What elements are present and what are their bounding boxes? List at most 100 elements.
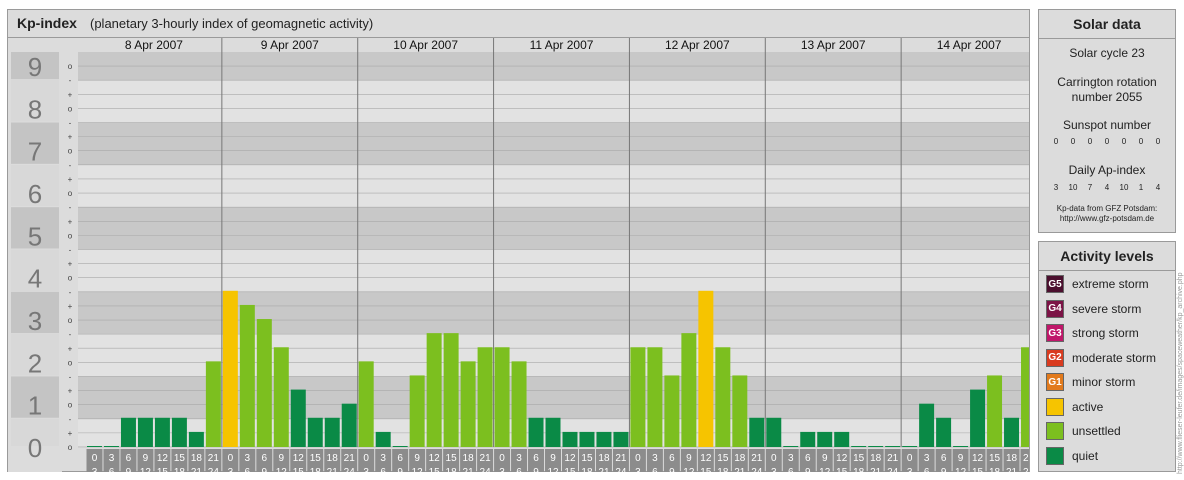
ap-value: 4: [1155, 183, 1161, 192]
time-end-label: 3: [499, 467, 505, 472]
time-end-label: 21: [870, 467, 882, 472]
ap-value: 4: [1104, 183, 1110, 192]
time-end-label: 12: [276, 467, 288, 472]
kp-bar: [324, 417, 340, 447]
minor-mark: -: [69, 203, 72, 212]
time-start-label: 9: [686, 453, 692, 464]
kp-bar: [579, 431, 595, 447]
time-start-label: 6: [397, 453, 403, 464]
time-end-label: 3: [635, 467, 641, 472]
time-start-label: 15: [717, 453, 729, 464]
kp-bar: [460, 361, 476, 447]
kp-bar: [630, 347, 646, 447]
time-end-label: 15: [157, 467, 169, 472]
time-end-label: 15: [564, 467, 576, 472]
time-start-label: 18: [598, 453, 610, 464]
chart-header: Kp-index (planetary 3-hourly index of ge…: [8, 10, 1029, 38]
time-start-label: 15: [581, 453, 593, 464]
kp-bar: [205, 361, 221, 447]
grid-band: [78, 164, 1029, 208]
minor-mark: o: [68, 401, 73, 410]
time-start-label: 3: [516, 453, 522, 464]
minor-mark: o: [68, 443, 73, 452]
y-tick-label: 4: [28, 264, 42, 294]
time-end-label: 21: [1006, 467, 1018, 472]
time-end-label: 21: [598, 467, 610, 472]
time-end-label: 6: [652, 467, 658, 472]
kp-bar: [239, 304, 255, 447]
time-start-label: 9: [143, 453, 149, 464]
sunspot-value: 0: [1070, 137, 1076, 146]
time-end-label: 9: [805, 467, 811, 472]
level-swatch: G5: [1046, 275, 1064, 293]
ap-values: 3 10 7 4 10 1 4: [1039, 183, 1175, 192]
kp-chart-panel: Kp-index (planetary 3-hourly index of ge…: [7, 9, 1030, 472]
time-end-label: 15: [700, 467, 712, 472]
day-label: 13 Apr 2007: [801, 38, 866, 52]
minor-mark: o: [68, 62, 73, 71]
activity-level-active: active: [1046, 397, 1103, 417]
day-label: 9 Apr 2007: [261, 38, 319, 52]
time-end-label: 12: [819, 467, 831, 472]
time-end-label: 15: [429, 467, 441, 472]
day-label: 11 Apr 2007: [530, 38, 594, 52]
time-end-label: 24: [751, 467, 763, 472]
kp-bar: [851, 446, 867, 447]
level-swatch: G4: [1046, 299, 1064, 318]
time-end-label: 3: [907, 467, 913, 472]
time-end-label: 18: [174, 467, 186, 472]
kp-bar: [936, 417, 952, 447]
solar-title: Solar data: [1073, 16, 1141, 32]
level-swatch: G3: [1046, 324, 1064, 342]
time-end-label: 9: [262, 467, 268, 472]
minor-mark: +: [68, 302, 73, 311]
level-swatch: [1046, 397, 1064, 416]
level-label: unsettled: [1072, 424, 1121, 438]
time-start-label: 18: [734, 453, 746, 464]
ap-label: Daily Ap-index: [1068, 163, 1146, 177]
activity-level-minor-storm: G1 minor storm: [1046, 372, 1135, 392]
time-start-label: 6: [126, 453, 132, 464]
day-label: 12 Apr 2007: [665, 38, 730, 52]
time-start-label: 0: [771, 453, 777, 464]
time-start-label: 12: [429, 453, 441, 464]
source-line2: http://www.gfz-potsdam.de: [1059, 214, 1155, 223]
time-start-label: 21: [615, 453, 627, 464]
sunspot-label: Sunspot number: [1062, 118, 1152, 132]
time-start-label: 15: [174, 453, 186, 464]
minor-mark: o: [68, 189, 73, 198]
y-tick-label: 0: [28, 433, 42, 463]
level-label: quiet: [1072, 448, 1099, 463]
time-end-label: 12: [412, 467, 424, 472]
kp-bar: [919, 403, 935, 447]
sunspot-value: 0: [1104, 137, 1110, 146]
minor-mark: +: [68, 429, 73, 438]
time-start-label: 21: [208, 453, 220, 464]
kp-bar: [987, 375, 1003, 447]
time-start-label: 21: [887, 453, 899, 464]
kp-bar: [409, 375, 425, 447]
time-start-label: 0: [92, 453, 98, 464]
chart-subtitle: (planetary 3-hourly index of geomagnetic…: [90, 16, 374, 31]
time-end-label: 15: [836, 467, 848, 472]
sunspot-value: 0: [1053, 137, 1059, 146]
kp-bar: [902, 446, 918, 447]
kp-bar: [817, 431, 833, 447]
time-end-label: 21: [734, 467, 746, 472]
kp-bar: [477, 347, 493, 447]
time-end-label: 24: [887, 467, 899, 472]
kp-bar: [171, 417, 187, 447]
carrington-line2: number 2055: [1071, 90, 1143, 104]
time-start-label: 3: [788, 453, 794, 464]
kp-bar: [545, 417, 561, 447]
credit-text: http://www.flieser-leufer.de/images/spac…: [1177, 272, 1184, 474]
activity-title: Activity levels: [1060, 248, 1154, 264]
time-start-label: 6: [262, 453, 268, 464]
kp-bar: [392, 446, 408, 447]
grid-band: [78, 207, 1029, 250]
y-tick-label: 8: [28, 94, 42, 124]
kp-bar: [87, 446, 102, 447]
time-start-label: 15: [989, 453, 1001, 464]
ap-value: 3: [1053, 183, 1059, 192]
minor-mark: +: [68, 90, 73, 99]
